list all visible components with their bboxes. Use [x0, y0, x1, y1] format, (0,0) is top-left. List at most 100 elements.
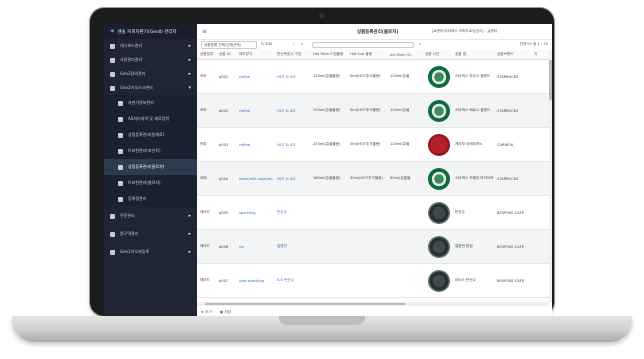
table-cell: 얼음만 한컵	[455, 244, 473, 248]
table-cell: BESPOKE CAFE	[497, 244, 525, 249]
table-cell: 커피	[200, 108, 207, 112]
table-cell: 얼음만	[277, 244, 287, 248]
sidebar-item[interactable]: 사용관리관리 ▸	[104, 53, 197, 67]
product-table: 상품분류 상품 ID 제조방식 판선택표시 구분 Hot Main 드럼물량 Hot Su…	[197, 50, 552, 302]
prev-page-button[interactable]: ‹	[293, 41, 294, 48]
save-button[interactable]: ▣ 저장	[220, 310, 231, 315]
sidebar-subitem[interactable]: 트러쳔관리(클로저)	[104, 175, 197, 191]
table-row[interactable]: 에이드 p006 ice 얼음만 얼음만 한컵 BESPOKE CAFE	[197, 230, 552, 264]
chevron-icon: ▸	[188, 249, 191, 255]
app-screen: ◀ 렌솔 커피자판기(GenⅡ) 관리자 대시보드관리 ▸ 사용관리관리 ▸ Gen2장…	[104, 24, 552, 317]
table-cell: 아이스 탄산수	[455, 278, 476, 282]
area-icon	[110, 231, 115, 237]
sidebar-item[interactable]: Gen2장비관리 ▸	[104, 67, 197, 81]
capsule-image	[428, 235, 450, 258]
product-photo	[422, 269, 452, 292]
sidebar-subitem[interactable]: 상품등록관리(클로저)	[104, 159, 197, 175]
table-cell: STARBUCKS	[497, 74, 519, 79]
result-count: 전체 97 중 1 - 25	[519, 42, 548, 46]
column-header[interactable]: 상품 ID	[216, 52, 236, 57]
laptop-base	[12, 316, 632, 342]
chevron-icon: ▸	[188, 43, 191, 49]
table-row[interactable]: 라떼 p004 latte(milk capsule) HOT & ICE 180ml(…	[197, 162, 552, 196]
table-cell: 에이드	[200, 244, 210, 248]
table-cell: 스타벅스 베로나 블렌드	[455, 108, 491, 112]
column-header[interactable]: 상품브랜드	[494, 52, 531, 57]
table-row[interactable]: 에이드 p005 sparkling 탄산수 탄산수 BESPOKE CAFE	[197, 196, 552, 230]
column-header[interactable]: 상품분류	[197, 52, 216, 57]
horizontal-scrollbar[interactable]	[197, 302, 549, 306]
headset-icon	[118, 116, 123, 122]
table-row[interactable]: 커피 p001 coffee HOT & ICE 255ml(쥬물물량) 0ml(HOT추…	[197, 60, 552, 94]
sidebar-subitem[interactable]: 등록정관리	[104, 191, 197, 207]
product-photo	[422, 133, 452, 156]
table-row[interactable]: 커피 p002 coffee HOT & ICE 255ml(쥬물물량) 0ml(HOT추…	[197, 94, 552, 128]
sidebar-item[interactable]: Gen1키오쳐등록 ▸	[104, 243, 197, 261]
column-header[interactable]: 상품 사진	[422, 52, 452, 57]
capsule-image	[428, 99, 450, 122]
table-cell: 120ml(쥬물	[390, 74, 410, 78]
capsule-image	[428, 269, 450, 292]
chevron-icon: ▸	[188, 231, 191, 237]
add-button[interactable]: ⊕ 추가	[201, 310, 212, 315]
laptop-notch	[279, 316, 365, 325]
column-header[interactable]: 제조방식	[236, 52, 274, 57]
first-page-button[interactable]: «	[301, 41, 303, 48]
capsule-image	[428, 65, 450, 88]
refresh-button[interactable]: ↻ 조회	[261, 41, 272, 48]
doc-icon	[118, 148, 123, 154]
table-header: 상품분류 상품 ID 제조방식 판선택표시 구분 Hot Main 드럼물량 Hot Su…	[197, 50, 552, 60]
table-cell: 탄산수	[455, 210, 465, 214]
car-icon	[110, 71, 115, 77]
table-cell: HOT & ICE	[277, 176, 296, 181]
product-photo	[422, 99, 452, 122]
table-cell: coffee	[239, 142, 251, 147]
table-cell: BESPOKE CAFE	[497, 210, 525, 215]
table-cell: 0ml(HOT추가물량)	[350, 108, 381, 112]
table-cell: 120ml(쥬물	[390, 108, 410, 112]
page-slider[interactable]	[312, 42, 414, 48]
table-cell: latte(milk capsule)	[239, 176, 273, 181]
sidebar-item[interactable]: Gen2키오스크관리 ▾	[104, 81, 197, 95]
table-cell: 60ml(쥬물물	[390, 176, 411, 180]
column-header[interactable]: 상품 명	[452, 52, 494, 57]
column-header[interactable]: 판선택표시 구분	[274, 52, 310, 57]
table-cell: ICE 탄산수	[277, 278, 294, 282]
table-cell: 255ml(쥬물물량)	[313, 74, 341, 78]
table-row[interactable]: 에이드 p007 iced sparkling ICE 탄산수 아이스 탄산수 BESPO…	[197, 264, 552, 298]
table-cell: p002	[219, 108, 229, 113]
kiosk-icon	[110, 249, 115, 255]
table-cell: 스타벅스 하우스 블렌드	[455, 74, 491, 78]
lock-icon	[110, 85, 115, 91]
sidebar-subitem[interactable]: 상품등록관리(원재료)	[104, 127, 197, 143]
table-cell: HOT & ICE	[277, 108, 296, 113]
sidebar-subitem[interactable]: AS처리내역 및 재료입력	[104, 111, 197, 127]
table-cell: coffee	[239, 108, 251, 113]
hamburger-icon[interactable]: ≡	[202, 28, 207, 35]
table-cell: ice	[239, 244, 245, 249]
table-row[interactable]: 커피 p003 coffee HOT & ICE 255ml(쥬물물량) 0ml(HOT추…	[197, 128, 552, 162]
sidebar-item[interactable]: 대시보드관리 ▸	[104, 39, 197, 53]
people-icon	[118, 196, 123, 202]
page-title: 상품등록관리(클로저)	[357, 30, 399, 35]
table-cell: 에이드	[200, 278, 210, 282]
table-cell: p004	[219, 176, 229, 181]
sidebar-item[interactable]: 원구역관리 ▸	[104, 225, 197, 243]
sidebar-item[interactable]: 주문관리 ▸	[104, 207, 197, 225]
column-header[interactable]: Hot Main 드럼물량	[310, 52, 347, 57]
vertical-scrollbar[interactable]	[549, 50, 552, 302]
chevron-icon: ▸	[188, 213, 191, 219]
table-cell: 120ml(쥬물	[390, 142, 410, 146]
sidebar-header: ◀ 렌솔 커피자판기(GenⅡ) 관리자	[104, 24, 197, 39]
table-cell: STARBUCKS	[497, 176, 519, 181]
sidebar-subitem[interactable]: 트러쳔관리(포인트)	[104, 143, 197, 159]
table-cell: 0ml(HOT추가물량)	[350, 74, 381, 78]
back-arrow-icon[interactable]: ◀	[110, 29, 113, 34]
sidebar-subitem[interactable]: 자판기정보관리	[104, 95, 197, 111]
next-page-button[interactable]: »	[419, 41, 421, 48]
column-header[interactable]: Ice Main (G)	[387, 53, 422, 57]
capsule-image	[428, 133, 450, 156]
category-select[interactable]: 상품등록 선택(전체선택)	[201, 41, 257, 49]
column-header[interactable]: Hot Sub 물량	[347, 52, 387, 57]
table-cell: 255ml(쥬물물량)	[313, 108, 341, 112]
